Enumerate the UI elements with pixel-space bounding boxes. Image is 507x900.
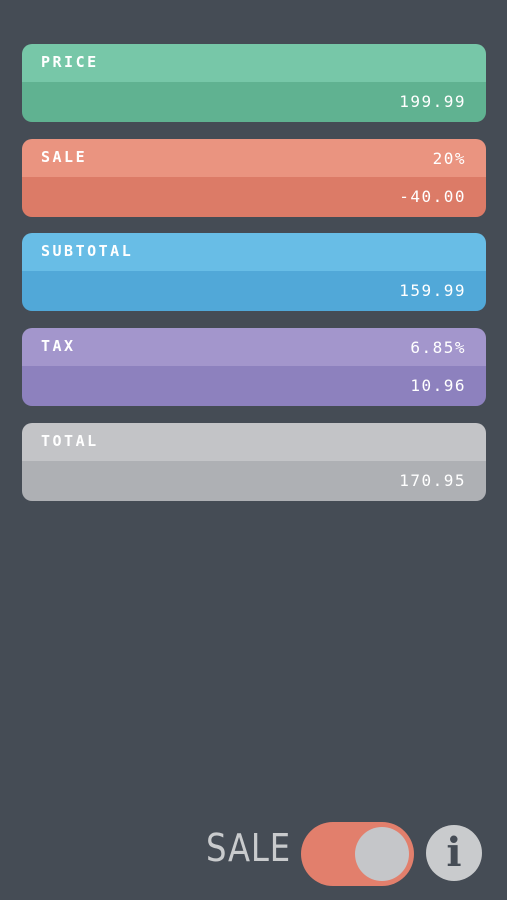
price-card[interactable]: PRICE 199.99	[22, 44, 486, 122]
price-value-row[interactable]: 199.99	[22, 82, 486, 122]
tax-card-header: TAX 6.85%	[22, 328, 486, 366]
total-value: 170.95	[399, 471, 466, 490]
price-card-header: PRICE	[22, 44, 486, 82]
subtotal-value: 159.99	[399, 281, 466, 300]
total-value-row: 170.95	[22, 461, 486, 501]
tax-value-row: 10.96	[22, 366, 486, 406]
sale-card-header: SALE 20%	[22, 139, 486, 177]
tax-card[interactable]: TAX 6.85% 10.96	[22, 328, 486, 406]
total-card: TOTAL 170.95	[22, 423, 486, 501]
toggle-knob[interactable]	[355, 827, 409, 881]
price-value[interactable]: 199.99	[399, 92, 466, 111]
sale-rate[interactable]: 20%	[433, 149, 466, 168]
price-label: PRICE	[41, 53, 99, 71]
subtotal-card: SUBTOTAL 159.99	[22, 233, 486, 311]
info-icon: i	[446, 829, 462, 876]
sale-label: SALE	[41, 148, 88, 166]
subtotal-label: SUBTOTAL	[41, 242, 134, 260]
tax-label: TAX	[41, 337, 76, 355]
sale-toggle-label: SALE	[206, 826, 292, 870]
info-button[interactable]: i	[426, 825, 482, 881]
tax-value: 10.96	[410, 376, 466, 395]
total-card-header: TOTAL	[22, 423, 486, 461]
subtotal-value-row: 159.99	[22, 271, 486, 311]
sale-value: -40.00	[399, 187, 466, 206]
sale-toggle[interactable]	[301, 822, 414, 886]
subtotal-card-header: SUBTOTAL	[22, 233, 486, 271]
sale-card[interactable]: SALE 20% -40.00	[22, 139, 486, 217]
tax-rate[interactable]: 6.85%	[410, 338, 466, 357]
sale-value-row: -40.00	[22, 177, 486, 217]
total-label: TOTAL	[41, 432, 99, 450]
